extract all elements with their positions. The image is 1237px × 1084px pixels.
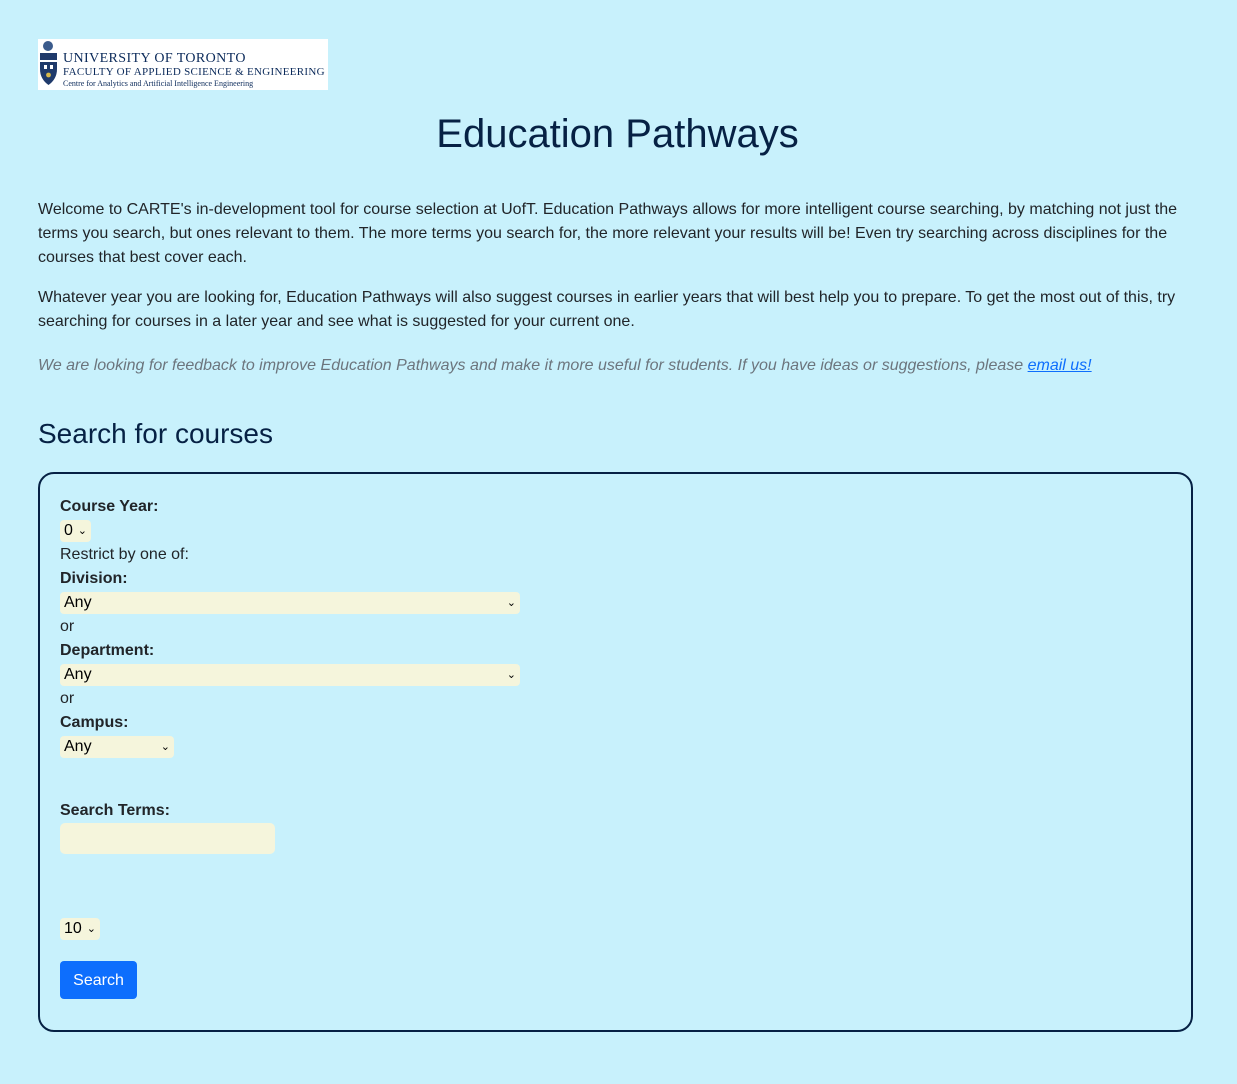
feedback-text: We are looking for feedback to improve E… (38, 357, 1028, 374)
email-us-link[interactable]: email us! (1028, 357, 1092, 374)
chevron-down-icon: ⌄ (77, 525, 87, 537)
campus-value: Any (64, 738, 92, 755)
chevron-down-icon: ⌄ (86, 923, 96, 935)
restrict-text: Restrict by one of: (60, 546, 189, 563)
results-count-value: 10 (64, 920, 82, 937)
course-year-value: 0 (64, 522, 73, 539)
course-year-label: Course Year: (60, 498, 159, 515)
course-year-select[interactable]: 0 ⌄ (60, 520, 91, 542)
division-value: Any (64, 594, 92, 611)
intro-paragraph-1: Welcome to CARTE's in-development tool f… (38, 201, 1178, 266)
page-title: Education Pathways (436, 112, 799, 156)
crest-icon (40, 41, 57, 85)
search-terms-label: Search Terms: (60, 802, 170, 819)
logo-line-faculty: FACULTY OF APPLIED SCIENCE & ENGINEERING (63, 66, 325, 78)
search-terms-input[interactable] (60, 823, 275, 854)
chevron-down-icon: ⌄ (160, 741, 170, 753)
chevron-down-icon: ⌄ (506, 669, 516, 681)
chevron-down-icon: ⌄ (506, 597, 516, 609)
logo-line-centre: Centre for Analytics and Artificial Inte… (63, 79, 254, 88)
campus-label: Campus: (60, 714, 129, 731)
division-label: Division: (60, 570, 128, 587)
logo-line-university: UNIVERSITY OF TORONTO (63, 51, 246, 66)
or-text: or (60, 690, 75, 707)
division-select[interactable]: Any ⌄ (60, 592, 520, 614)
search-heading: Search for courses (38, 418, 273, 449)
department-select[interactable]: Any ⌄ (60, 664, 520, 686)
intro-paragraph-2: Whatever year you are looking for, Educa… (38, 289, 1176, 330)
department-label: Department: (60, 642, 155, 659)
feedback-paragraph: We are looking for feedback to improve E… (38, 354, 1188, 378)
or-text: or (60, 618, 75, 635)
results-count-select[interactable]: 10 ⌄ (60, 918, 100, 940)
search-button[interactable]: Search (60, 961, 137, 999)
campus-select[interactable]: Any ⌄ (60, 736, 174, 758)
university-logo: UNIVERSITY OF TORONTO FACULTY OF APPLIED… (38, 39, 328, 90)
search-form: Course Year: 0 ⌄ Restrict by one of: Div… (38, 472, 1193, 1032)
department-value: Any (64, 666, 92, 683)
